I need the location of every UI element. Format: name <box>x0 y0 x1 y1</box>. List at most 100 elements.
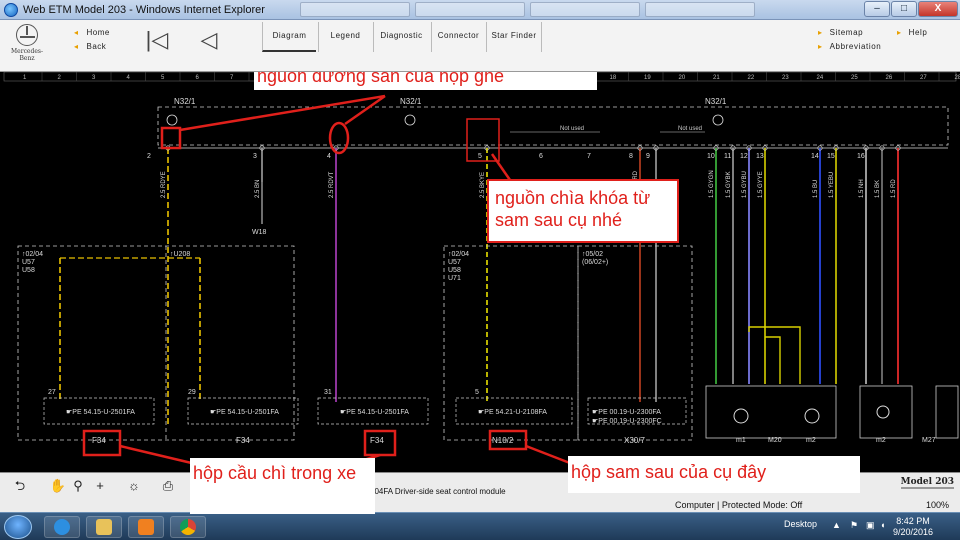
tab-legend[interactable]: Legend <box>318 22 372 52</box>
tab-diagram[interactable]: Diagram <box>262 22 316 52</box>
motor-icon <box>733 408 749 424</box>
hand-icon[interactable]: ✋ <box>48 476 68 496</box>
connector-symbol-icon <box>712 114 724 126</box>
callout-arrow <box>490 153 512 181</box>
part-number: ☛PE 00.19-U-2300FC <box>592 418 662 425</box>
wire-label: 1.5 BU <box>813 180 819 198</box>
pin-number: 11 <box>724 153 731 160</box>
desktop-toolbar[interactable]: Desktop <box>784 519 817 529</box>
wire-label: 2.5 BKYE <box>480 172 486 198</box>
abbreviation-link[interactable]: Abbreviation <box>818 42 881 51</box>
annotation-seat-power: nguồn dương sẵn của hộp ghế <box>254 72 597 90</box>
pin-number: 7 <box>587 153 591 160</box>
wire-label: 1.5 GYGN <box>709 170 715 198</box>
motor-label: m2 <box>876 437 886 444</box>
wiring-diagram[interactable]: 1234567891011121314151617181920212223242… <box>0 72 960 472</box>
ruler-number: 27 <box>920 75 927 81</box>
print-icon[interactable]: ⎙ <box>158 476 178 496</box>
module-variant: U57 <box>22 259 35 266</box>
volume-icon[interactable]: ◖ <box>880 520 885 530</box>
wire-label: 2.5 RDYE <box>161 171 167 198</box>
bulb-icon[interactable]: ☼ <box>124 476 144 496</box>
close-button[interactable]: X <box>918 1 958 17</box>
taskbar-media[interactable] <box>128 516 164 538</box>
wire-label: 1.5 BK <box>875 180 881 198</box>
fuse-label: F34 <box>92 436 106 445</box>
wire-label: 2.5 BN <box>255 180 261 198</box>
wire-label: 1.5 YEBU <box>829 172 835 198</box>
windows-taskbar: Desktop ▲ ⚑ ▣ ◖ 8:42 PM 9/20/2016 <box>0 512 960 540</box>
plus-icon[interactable]: + <box>90 476 110 496</box>
motor-label: m2 <box>806 437 816 444</box>
module-variant: U57 <box>448 259 461 266</box>
mercedes-star-icon <box>16 24 38 46</box>
not-used-label: Not used <box>560 126 584 132</box>
ground-label: W18 <box>252 229 267 236</box>
connector-label: N32/1 <box>705 97 727 106</box>
tab-star-finder[interactable]: Star Finder <box>486 22 542 52</box>
clock[interactable]: 8:42 PM 9/20/2016 <box>893 516 933 538</box>
model-logo: Model 203 <box>900 477 954 489</box>
ghost-tab[interactable] <box>415 2 525 17</box>
motor-label: M27 <box>922 437 936 444</box>
fuse-label: N10/2 <box>492 436 514 445</box>
connector-symbol-icon <box>404 114 416 126</box>
module-tag: ↑02/04 <box>448 251 469 258</box>
maximize-button[interactable]: □ <box>891 1 917 17</box>
ruler-number: 21 <box>713 75 720 81</box>
ruler-number: 23 <box>782 75 789 81</box>
zoom-icon[interactable]: ⚲ <box>68 476 88 496</box>
module-tag: ↑U208 <box>170 251 190 258</box>
module-pin: 29 <box>188 389 196 396</box>
pin-number: 6 <box>539 153 543 160</box>
tab-connector[interactable]: Connector <box>431 22 485 52</box>
motor-label: M20 <box>768 437 782 444</box>
back-arrow-icon[interactable]: ⮌ <box>10 476 30 496</box>
part-number: ☛PE 54.15-U-2501FA <box>340 409 409 416</box>
ghost-tab[interactable] <box>300 2 410 17</box>
ruler-number: 22 <box>748 75 755 81</box>
first-page-icon[interactable]: |◁ <box>140 26 174 56</box>
network-icon[interactable]: ▣ <box>866 520 875 531</box>
taskbar-ie[interactable] <box>44 516 80 538</box>
zoom-level[interactable]: 100% <box>926 500 949 510</box>
connector-label: N32/1 <box>174 97 196 106</box>
ruler-number: 19 <box>644 75 651 81</box>
annotation-fuse-box: hộp cầu chì trong xe <box>190 458 375 514</box>
ruler-number: 26 <box>886 75 893 81</box>
ghost-tab[interactable] <box>530 2 640 17</box>
callout-arrow <box>179 94 386 132</box>
taskbar-explorer[interactable] <box>86 516 122 538</box>
ruler-number: 24 <box>817 75 824 81</box>
flag-icon[interactable]: ⚑ <box>850 520 858 531</box>
annotation-sam-box: hộp sam sau của cụ đây <box>568 456 860 493</box>
part-number: ☛PE 54.15-U-2501FA <box>210 409 279 416</box>
ghost-tab[interactable] <box>645 2 755 17</box>
wire <box>765 336 781 384</box>
pin-number: 16 <box>857 153 865 160</box>
tray-arrow-icon[interactable]: ▲ <box>832 520 841 530</box>
wire-label: 1.5 RD <box>891 179 897 198</box>
pin-number: 4 <box>327 153 331 160</box>
pin-number: 5 <box>478 153 482 160</box>
pin-number: 13 <box>756 153 764 160</box>
start-button[interactable] <box>4 515 32 539</box>
pin-number: 10 <box>707 153 715 160</box>
wire-label: 1.5 GYYE <box>758 171 764 198</box>
back-link[interactable]: Back <box>74 42 106 51</box>
minimize-button[interactable]: – <box>864 1 890 17</box>
clock-time: 8:42 PM <box>896 516 930 526</box>
pin-number: 2 <box>147 153 151 160</box>
module-variant: (06/02+) <box>582 259 608 266</box>
window-title: Web ETM Model 203 - Windows Internet Exp… <box>23 3 265 16</box>
help-link[interactable]: Help <box>897 28 927 37</box>
sitemap-link[interactable]: Sitemap <box>818 28 863 37</box>
home-link[interactable]: Home <box>74 28 110 37</box>
wire-label: 1.5 NH <box>859 179 865 198</box>
tab-diagnostic[interactable]: Diagnostic <box>373 22 429 52</box>
pin-number: 12 <box>740 153 748 160</box>
module-variant: U58 <box>448 267 461 274</box>
taskbar-chrome[interactable] <box>170 516 206 538</box>
ruler-number: 28 <box>955 75 960 81</box>
prev-page-icon[interactable]: ◁ <box>192 26 226 56</box>
